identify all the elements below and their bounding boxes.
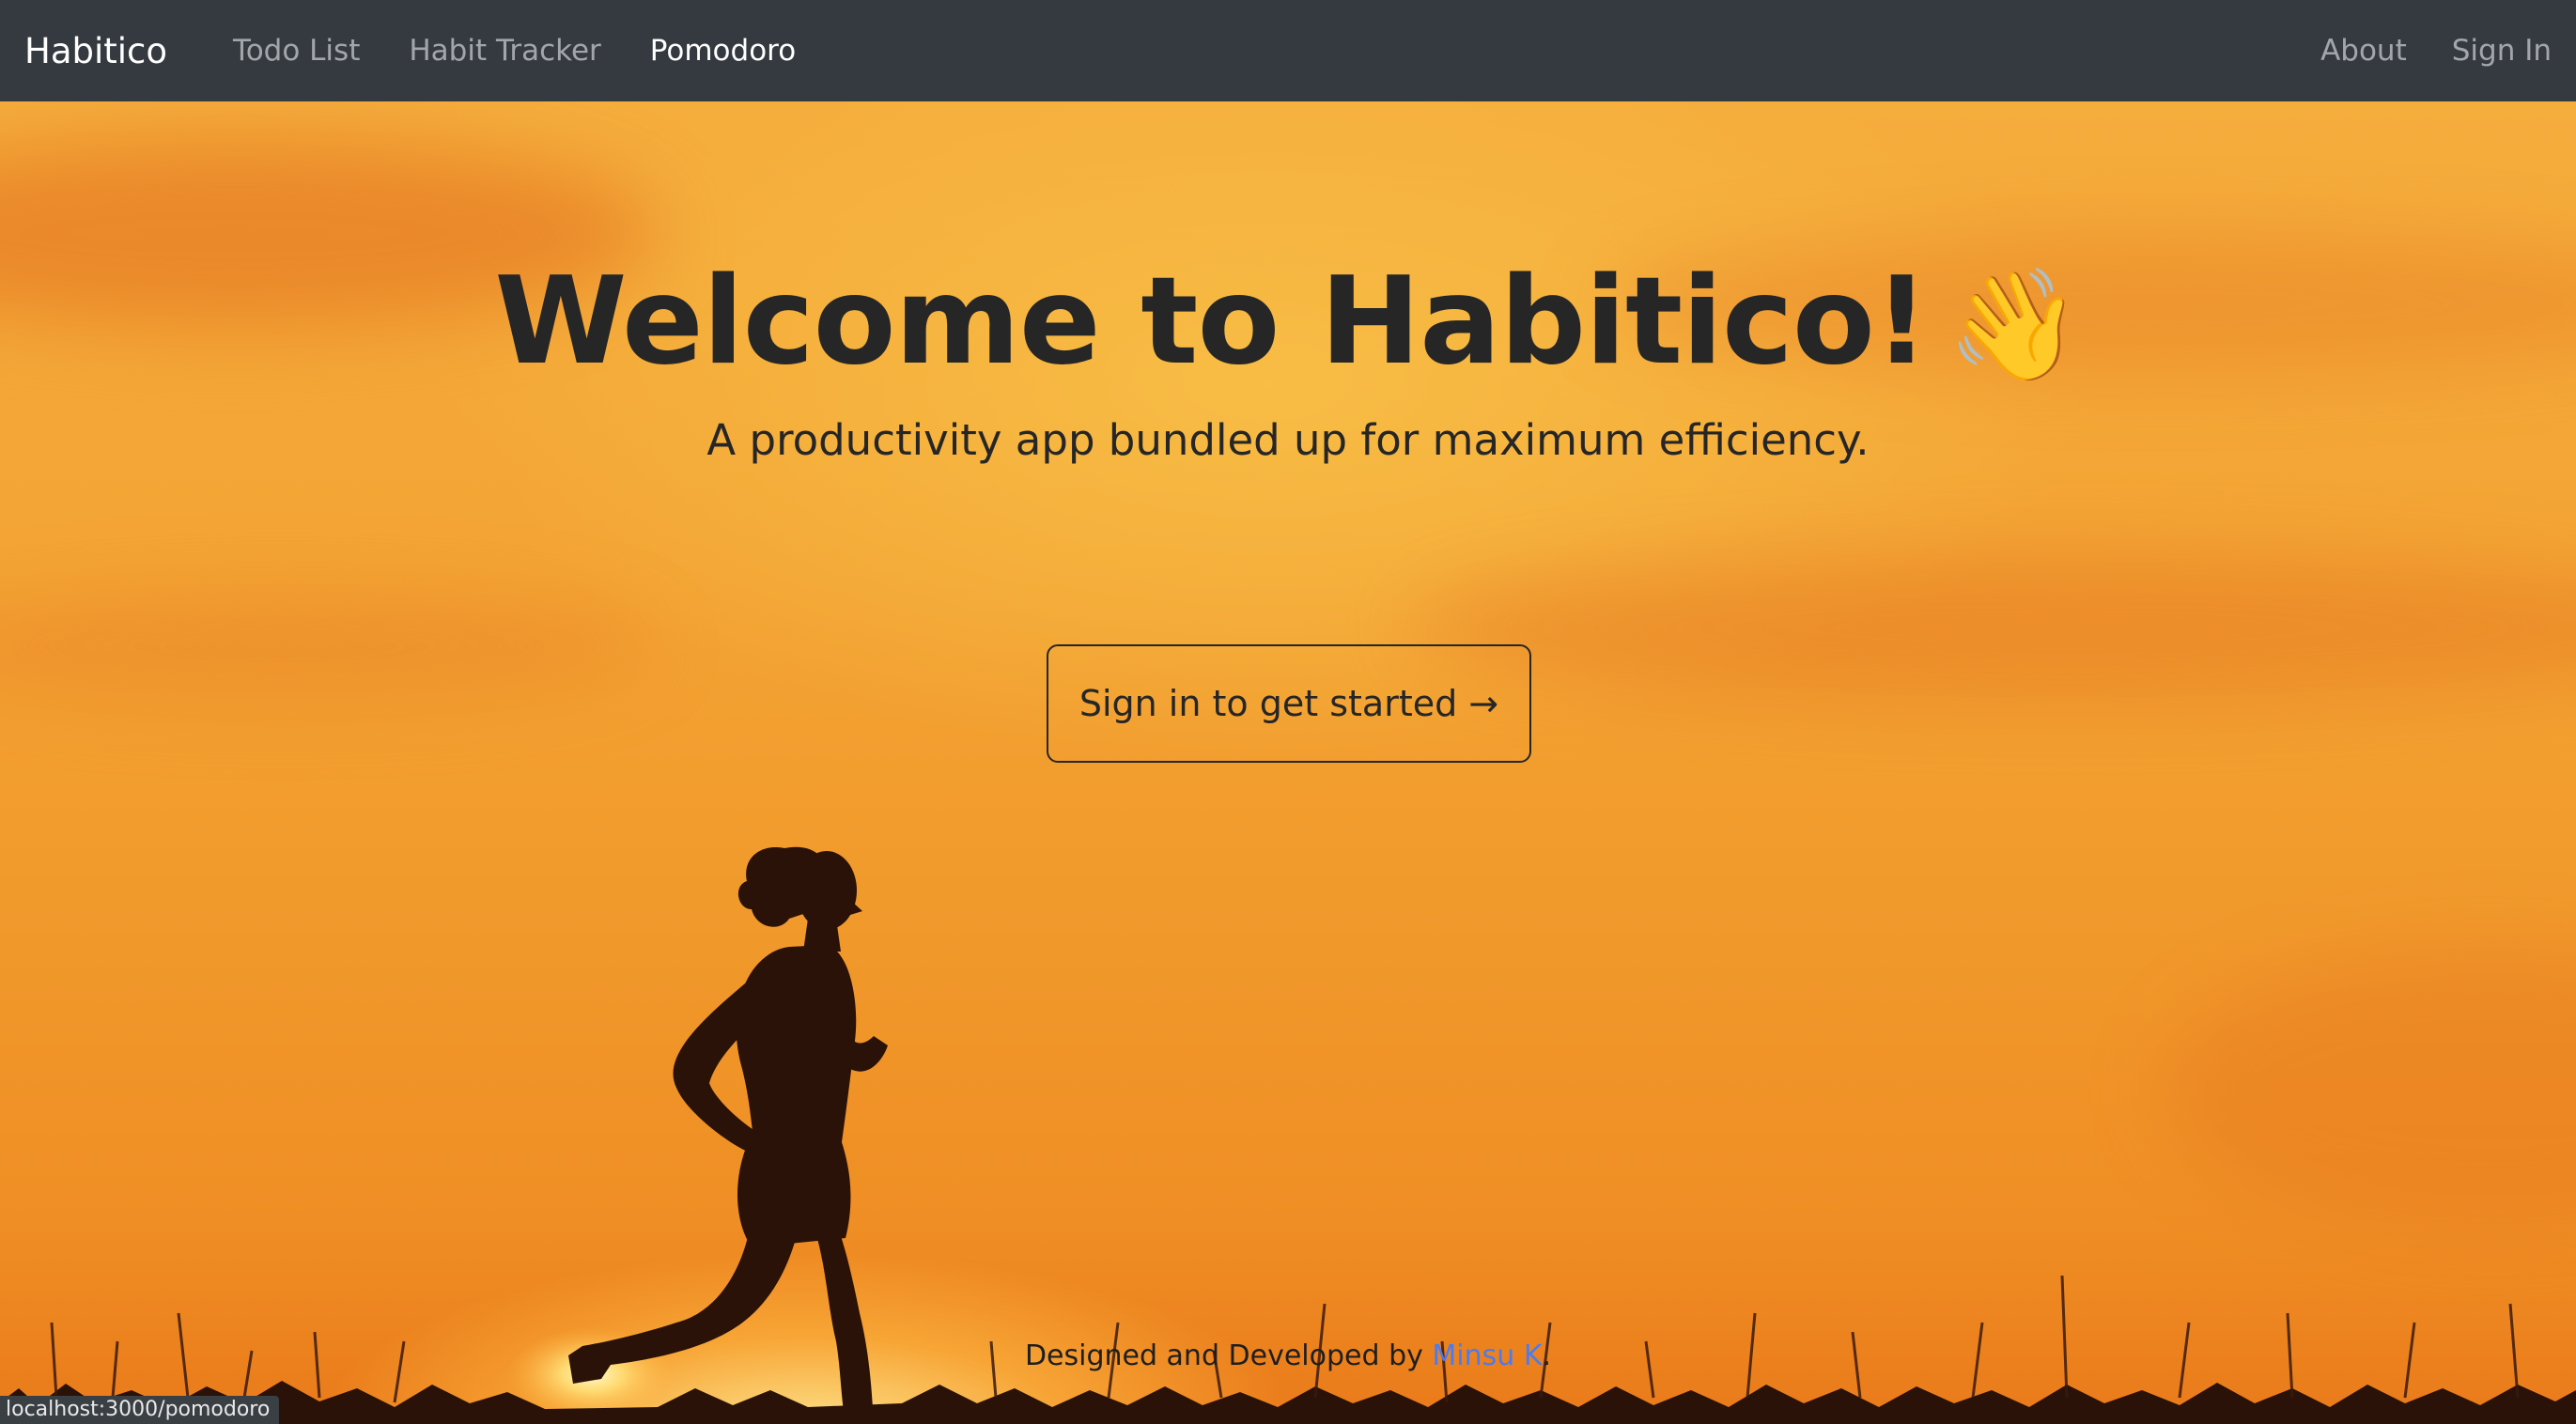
nav-todo-list-link[interactable]: Todo List <box>233 34 360 68</box>
waving-hand-icon: 👋 <box>1947 262 2082 389</box>
hero-subtitle: A productivity app bundled up for maximu… <box>706 415 1870 465</box>
footer-credit: Designed and Developed by Minsu K. <box>0 1339 2576 1372</box>
hero-section: Welcome to Habitico! 👋 A productivity app… <box>0 101 2576 1424</box>
sign-in-cta-button[interactable]: Sign in to get started → <box>1047 644 1531 763</box>
navbar: Habitico Todo List Habit Tracker Pomodor… <box>0 0 2576 101</box>
nav-habit-tracker-link[interactable]: Habit Tracker <box>409 34 600 68</box>
author-link[interactable]: Minsu K <box>1432 1339 1542 1372</box>
brand-link[interactable]: Habitico <box>24 31 167 71</box>
hero-title: Welcome to Habitico! 👋 <box>0 252 2576 392</box>
footer-credit-prefix: Designed and Developed by <box>1024 1339 1433 1372</box>
nav-sign-in-link[interactable]: Sign In <box>2452 34 2552 68</box>
footer-credit-suffix: . <box>1542 1339 1552 1372</box>
status-bar-url: localhost:3000/pomodoro <box>0 1396 280 1424</box>
nav-pomodoro-link[interactable]: Pomodoro <box>650 34 796 68</box>
nav-right-links: About Sign In <box>2275 34 2552 68</box>
nav-main-links: Todo List Habit Tracker Pomodoro <box>233 34 845 68</box>
hero-title-text: Welcome to Habitico! <box>494 252 1929 392</box>
nav-about-link[interactable]: About <box>2320 34 2407 68</box>
